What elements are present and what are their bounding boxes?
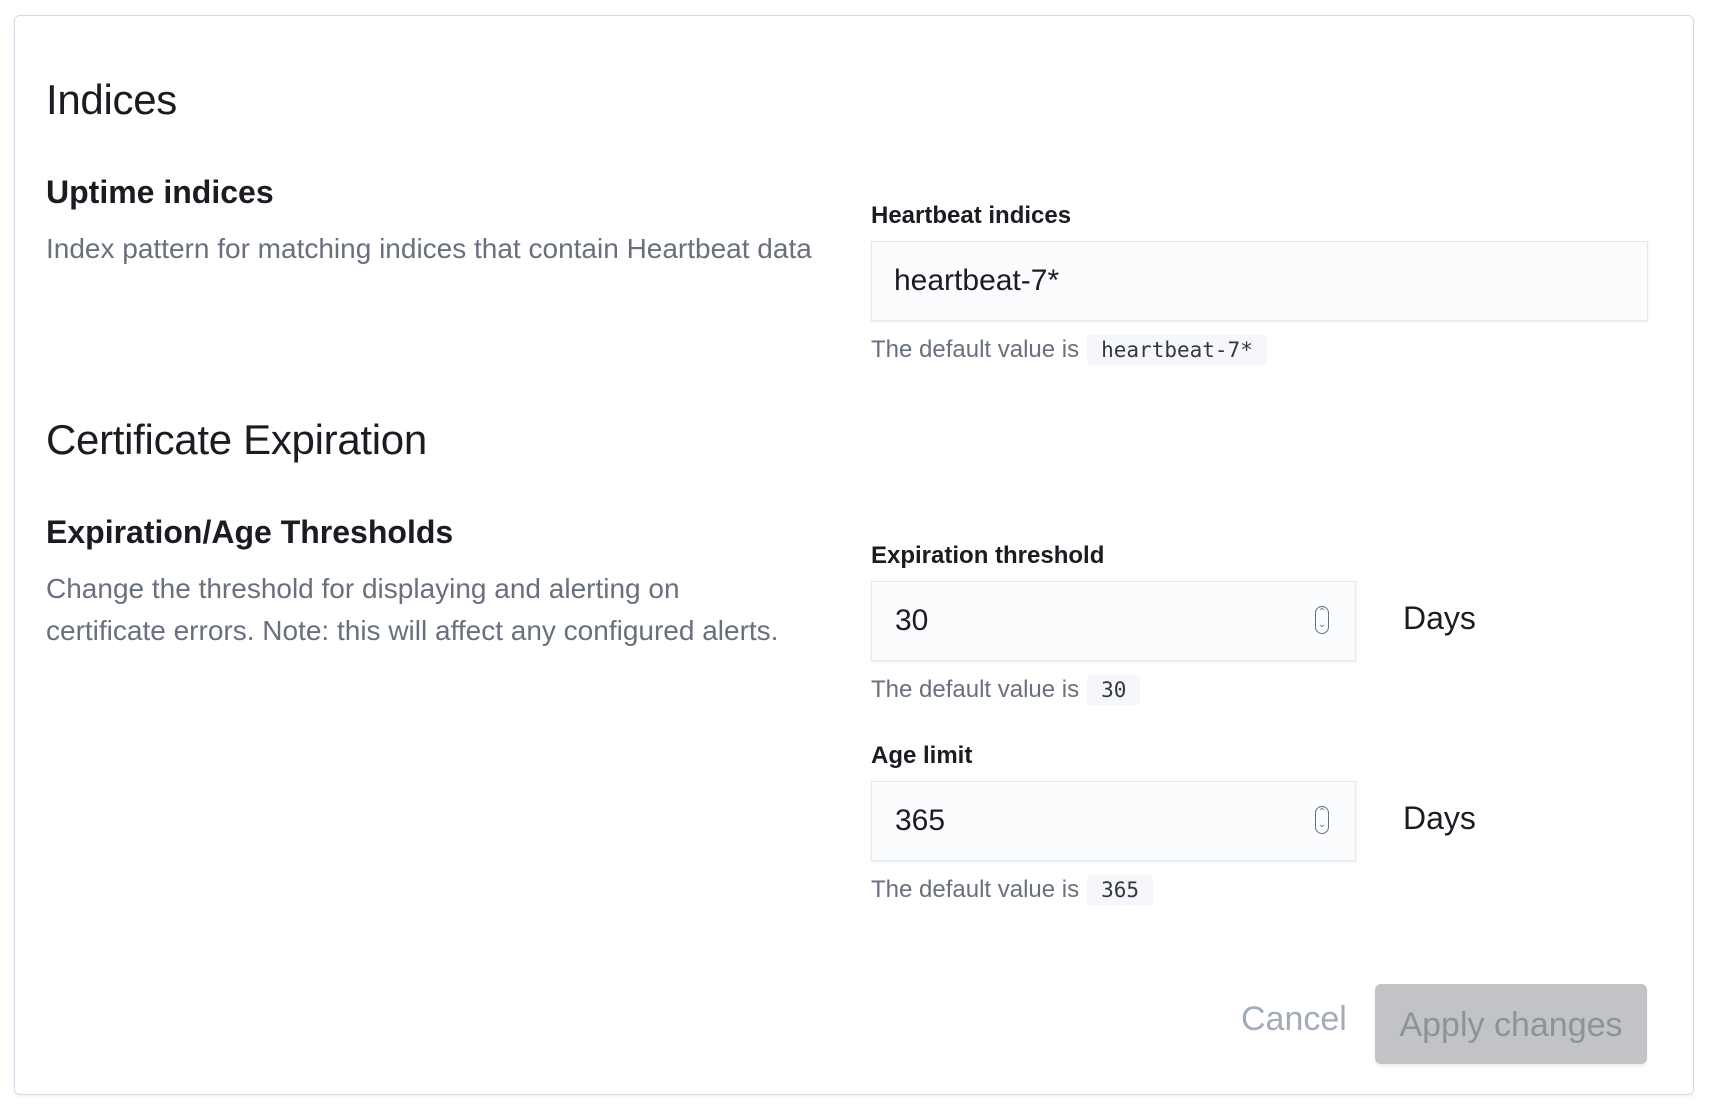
expiration-threshold-label: Expiration threshold	[871, 542, 1105, 569]
heartbeat-indices-help-prefix: The default value is	[871, 336, 1080, 363]
age-limit-help: The default value is 365	[871, 872, 1154, 908]
cancel-button[interactable]: Cancel	[1235, 999, 1353, 1040]
apply-changes-button[interactable]: Apply changes	[1375, 984, 1647, 1064]
indices-section-title: Indices	[46, 76, 177, 123]
certificate-section-title: Certificate Expiration	[46, 416, 427, 463]
expiration-threshold-input[interactable]: 30 ⌃ ⌄	[871, 581, 1356, 661]
expiration-threshold-default-chip: 30	[1087, 675, 1141, 705]
heartbeat-indices-default-chip: heartbeat-7*	[1087, 335, 1267, 365]
age-limit-input[interactable]: 365 ⌃ ⌄	[871, 781, 1356, 861]
expiration-threshold-value: 30	[895, 604, 929, 637]
settings-panel: Indices Uptime indices Index pattern for…	[14, 15, 1694, 1095]
thresholds-description: Change the threshold for displaying and …	[46, 573, 779, 646]
age-limit-label: Age limit	[871, 742, 973, 769]
expiration-threshold-help-prefix: The default value is	[871, 676, 1080, 703]
expiration-threshold-unit: Days	[1403, 600, 1476, 636]
expiration-threshold-help: The default value is 30	[871, 672, 1141, 708]
heartbeat-indices-help: The default value is heartbeat-7*	[871, 332, 1267, 368]
number-spinner-icon[interactable]: ⌃ ⌄	[1315, 606, 1329, 634]
age-limit-unit: Days	[1403, 800, 1476, 836]
heartbeat-indices-label: Heartbeat indices	[871, 202, 1072, 229]
heartbeat-indices-input[interactable]	[871, 241, 1648, 321]
number-spinner-icon[interactable]: ⌃ ⌄	[1315, 806, 1329, 834]
thresholds-title: Expiration/Age Thresholds	[46, 514, 454, 550]
uptime-indices-description: Index pattern for matching indices that …	[46, 233, 812, 264]
age-limit-default-chip: 365	[1087, 875, 1154, 905]
age-limit-value: 365	[895, 804, 946, 837]
age-limit-help-prefix: The default value is	[871, 876, 1080, 903]
uptime-indices-title: Uptime indices	[46, 174, 274, 210]
